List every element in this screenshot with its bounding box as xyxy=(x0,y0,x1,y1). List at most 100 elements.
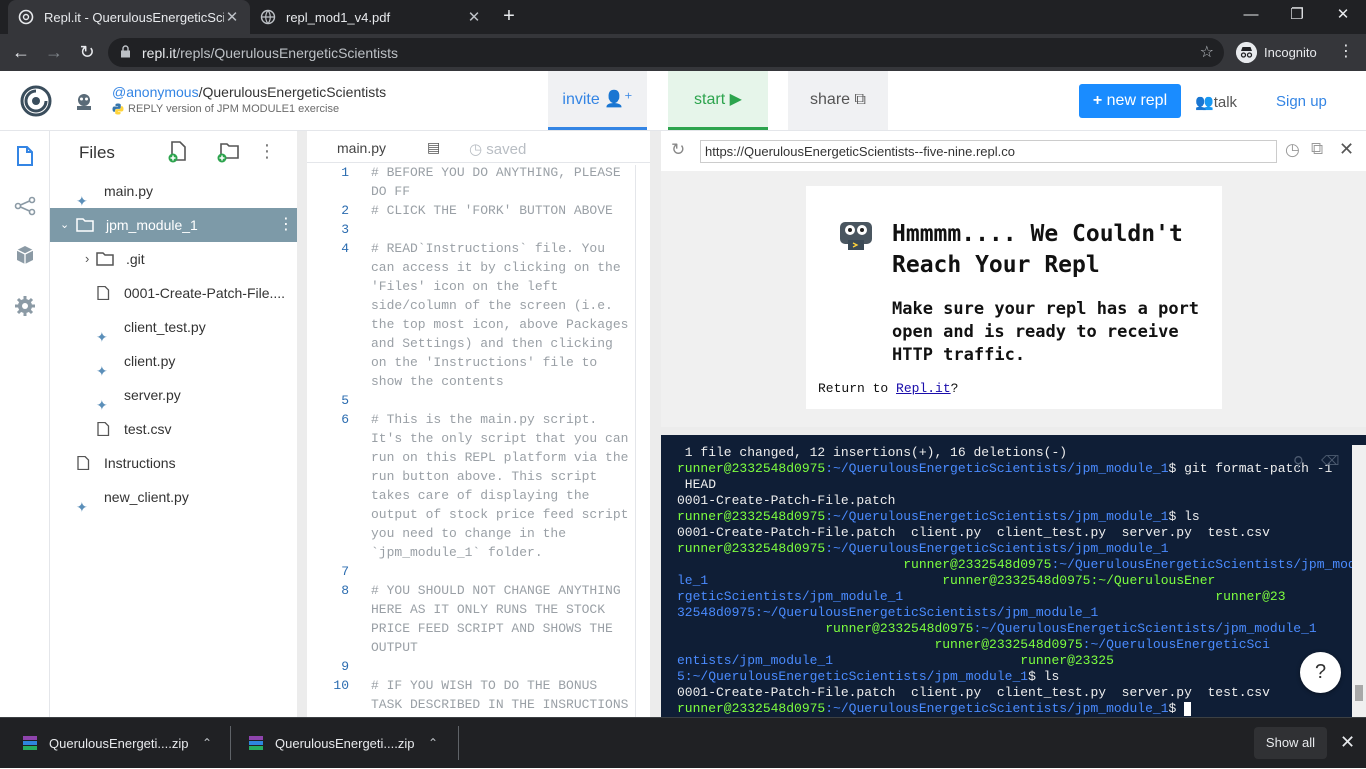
preview-console-resizer[interactable] xyxy=(661,427,1366,435)
files-panel-resizer[interactable] xyxy=(297,131,307,717)
talk-link[interactable]: 👥talk xyxy=(1195,93,1237,111)
terminal-scroll-thumb[interactable] xyxy=(1355,685,1363,701)
item-menu-icon[interactable]: ⋮ xyxy=(278,208,294,242)
replit-link[interactable]: Repl.it xyxy=(896,381,951,396)
tab-title: Repl.it - QuerulousEnergeticScien xyxy=(44,9,224,25)
file-item-server[interactable]: ✦ server.py xyxy=(50,378,297,412)
webview-url-input[interactable]: https://QuerulousEnergeticScientists--fi… xyxy=(700,140,1277,163)
clear-console-icon[interactable]: ⌫ xyxy=(1321,453,1339,469)
terminal-line: 5:~/QuerulousEnergeticScientists/jpm_mod… xyxy=(677,669,1059,685)
prompt-path: :~/QuerulousEnergeticScientists/jpm_modu… xyxy=(825,509,1169,524)
repl-description: REPLY version of JPM MODULE1 exercise xyxy=(128,103,340,115)
anonymous-avatar-icon[interactable] xyxy=(74,91,94,111)
signup-link[interactable]: Sign up xyxy=(1276,93,1327,110)
files-icon[interactable] xyxy=(14,145,36,167)
invite-label: invite xyxy=(562,91,600,108)
code-line: # CLICK THE 'FORK' BUTTON ABOVE xyxy=(371,203,613,218)
packages-icon[interactable] xyxy=(14,244,36,266)
output-text: 0001-Create-Patch-File.patch xyxy=(677,493,896,508)
editor-scrollbar-track[interactable] xyxy=(635,165,636,717)
add-folder-icon[interactable] xyxy=(216,141,240,163)
folder-item-git[interactable]: › .git xyxy=(50,242,297,276)
new-repl-button[interactable]: + new repl xyxy=(1079,84,1181,118)
file-name: main.py xyxy=(104,183,154,199)
terminal-scrollbar[interactable] xyxy=(1352,445,1366,717)
tab-close-icon[interactable]: ✕ xyxy=(224,8,240,26)
settings-gear-icon[interactable] xyxy=(14,295,36,317)
line-number: 10 xyxy=(333,678,349,693)
prompt-user: runner@2332548d0975 xyxy=(677,701,826,716)
line-number: 6 xyxy=(341,412,349,427)
terminal-console[interactable]: 1 file changed, 12 insertions(+), 16 del… xyxy=(661,435,1366,717)
chevron-up-icon[interactable]: ⌃ xyxy=(202,718,212,769)
repl-owner-link[interactable]: @anonymous xyxy=(112,84,199,100)
help-button[interactable]: ? xyxy=(1300,652,1341,693)
tab-close-icon[interactable]: ✕ xyxy=(466,8,482,26)
sidebar-icon-bar xyxy=(0,131,50,717)
file-name: test.csv xyxy=(124,421,172,437)
prompt-user: runner@2332548d0975 xyxy=(677,541,826,556)
file-item-new-client[interactable]: ✦ new_client.py xyxy=(50,480,297,514)
file-item-client-test[interactable]: ✦ client_test.py xyxy=(50,310,297,344)
replit-logo-icon[interactable] xyxy=(20,85,52,117)
close-downloads-icon[interactable]: ✕ xyxy=(1340,732,1355,753)
terminal-line: runner@2332548d0975:~/QuerulousEnergetic… xyxy=(677,557,1363,573)
address-bar[interactable]: repl.it/repls/QuerulousEnergeticScientis… xyxy=(108,38,1224,67)
minimize-button[interactable]: — xyxy=(1228,0,1274,32)
file-item-instructions[interactable]: Instructions xyxy=(50,446,297,480)
new-tab-button[interactable]: + xyxy=(498,6,520,28)
add-file-icon[interactable] xyxy=(168,141,188,163)
file-item-patch[interactable]: 0001-Create-Patch-File.... xyxy=(50,276,297,310)
folder-item-jpm-module-1[interactable]: ⌄ jpm_module_1 ⋮ xyxy=(50,208,297,242)
download-separator xyxy=(458,726,459,760)
command-text: $ ls xyxy=(1168,509,1200,524)
file-name: client.py xyxy=(124,353,176,369)
terminal-line: 32548d0975:~/QuerulousEnergeticScientist… xyxy=(677,605,1098,621)
search-icon[interactable]: ⚲ xyxy=(1293,453,1304,471)
browser-menu-icon[interactable]: ⋮ xyxy=(1336,42,1356,62)
format-icon[interactable]: ▤ xyxy=(427,139,443,155)
file-item-main-py[interactable]: ✦ main.py xyxy=(50,174,297,208)
file-item-client[interactable]: ✦ client.py xyxy=(50,344,297,378)
error-heading: Hmmmm.... We Couldn't Reach Your Repl xyxy=(892,221,1183,278)
return-suffix: ? xyxy=(950,381,959,396)
chevron-up-icon[interactable]: ⌃ xyxy=(428,718,438,769)
download-item[interactable]: QuerulousEnergeti....zip ⌃ xyxy=(244,718,456,769)
editor-console-resizer[interactable] xyxy=(650,131,661,717)
open-new-tab-icon[interactable]: ⧉ xyxy=(1311,139,1323,159)
window-close-button[interactable]: ✕ xyxy=(1320,0,1366,32)
start-button[interactable]: start ▶ xyxy=(668,71,768,130)
python-icon: ✦ xyxy=(76,499,88,514)
terminal-line: 1 file changed, 12 insertions(+), 16 del… xyxy=(677,445,1067,461)
close-webview-icon[interactable]: ✕ xyxy=(1339,139,1354,160)
code-line: # IF YOU WISH TO DO THE BONUS TASK DESCR… xyxy=(371,678,629,712)
files-menu-icon[interactable]: ⋮ xyxy=(258,141,276,162)
version-control-icon[interactable] xyxy=(14,195,36,217)
bookmark-star-icon[interactable]: ☆ xyxy=(1200,42,1214,62)
browser-tab-pdf[interactable]: repl_mod1_v4.pdf ✕ xyxy=(250,0,492,34)
python-icon: ✦ xyxy=(76,193,88,208)
forward-arrow-icon[interactable]: → xyxy=(43,42,65,64)
show-all-button[interactable]: Show all xyxy=(1254,727,1327,759)
prompt-path: 5:~/QuerulousEnergeticScientists/jpm_mod… xyxy=(677,669,1029,684)
editor-tab-main-py[interactable]: main.py xyxy=(337,140,386,156)
file-item-test-csv[interactable]: test.csv xyxy=(50,412,297,446)
repl-header: @anonymous/QuerulousEnergeticScientists … xyxy=(0,71,1366,131)
file-icon xyxy=(97,422,110,436)
browser-tab-repl[interactable]: Repl.it - QuerulousEnergeticScien ✕ xyxy=(8,0,250,34)
code-editor[interactable]: main.py ▤ ◷ saved 1 # BEFORE YOU DO ANYT… xyxy=(307,131,650,717)
refresh-icon[interactable]: ↻ xyxy=(671,140,685,160)
chevron-right-icon: › xyxy=(85,251,90,266)
incognito-indicator[interactable]: Incognito xyxy=(1234,39,1326,66)
repl-name: /QuerulousEnergeticScientists xyxy=(198,84,387,100)
share-button[interactable]: share ⧉ xyxy=(788,71,888,130)
download-item[interactable]: QuerulousEnergeti....zip ⌃ xyxy=(16,718,228,769)
maximize-button[interactable]: ❐ xyxy=(1274,0,1320,32)
download-filename: QuerulousEnergeti....zip xyxy=(275,736,415,751)
history-clock-icon[interactable]: ◷ xyxy=(1285,140,1300,160)
reload-icon[interactable]: ↻ xyxy=(76,42,98,64)
file-name: 0001-Create-Patch-File.... xyxy=(124,285,286,301)
invite-button[interactable]: invite 👤⁺ xyxy=(548,71,647,130)
back-arrow-icon[interactable]: ← xyxy=(10,42,32,64)
winrar-archive-icon xyxy=(23,736,37,750)
